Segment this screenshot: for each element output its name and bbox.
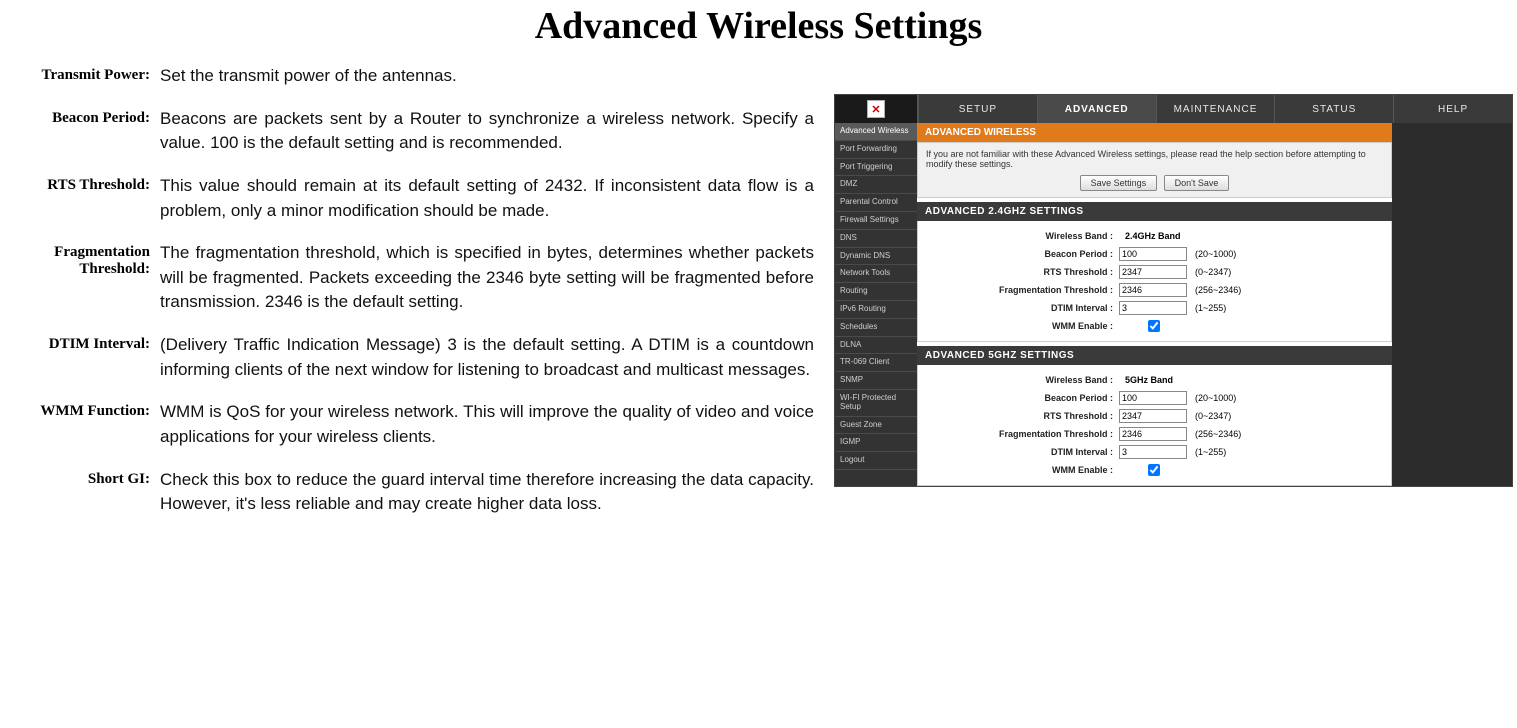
label-5-dtim: DTIM Interval : [918, 447, 1119, 457]
section-header-advanced-wireless: ADVANCED WIRELESS [917, 123, 1392, 142]
label-24-rts: RTS Threshold : [918, 267, 1119, 277]
label-24-beacon: Beacon Period : [918, 249, 1119, 259]
notice-message: If you are not familiar with these Advan… [926, 149, 1366, 169]
sidebar-item-dmz[interactable]: DMZ [835, 176, 917, 194]
sidebar-item-schedules[interactable]: Schedules [835, 319, 917, 337]
sidebar-item-ipv6-routing[interactable]: IPv6 Routing [835, 301, 917, 319]
sidebar-item-parental-control[interactable]: Parental Control [835, 194, 917, 212]
desc-rts-threshold: This value should remain at its default … [160, 174, 824, 223]
dont-save-button[interactable]: Don't Save [1164, 175, 1230, 191]
sidebar-item-igmp[interactable]: IGMP [835, 434, 917, 452]
tab-maintenance[interactable]: MAINTENANCE [1156, 95, 1275, 123]
desc-dtim-interval: (Delivery Traffic Indication Message) 3 … [160, 333, 824, 382]
content-area: ADVANCED WIRELESS If you are not familia… [917, 123, 1392, 486]
sidebar-item-dns[interactable]: DNS [835, 230, 917, 248]
sidebar-item-guest-zone[interactable]: Guest Zone [835, 417, 917, 435]
label-5-wmm: WMM Enable : [918, 465, 1119, 475]
desc-short-gi: Check this box to reduce the guard inter… [160, 468, 824, 517]
input-24-rts[interactable] [1119, 265, 1187, 279]
definitions-column: Transmit Power: Set the transmit power o… [0, 64, 824, 517]
label-24-band: Wireless Band : [918, 231, 1119, 241]
tab-help[interactable]: HELP [1393, 95, 1512, 123]
label-24-wmm: WMM Enable : [918, 321, 1119, 331]
desc-transmit-power: Set the transmit power of the antennas. [160, 64, 824, 89]
help-column [1392, 123, 1512, 486]
section-header-24ghz: ADVANCED 2.4GHZ SETTINGS [917, 202, 1392, 221]
tab-advanced[interactable]: ADVANCED [1037, 95, 1156, 123]
sidebar-item-logout[interactable]: Logout [835, 452, 917, 470]
value-24-band: 2.4GHz Band [1119, 231, 1181, 241]
sidebar-item-snmp[interactable]: SNMP [835, 372, 917, 390]
router-admin-screenshot: ✕ SETUP ADVANCED MAINTENANCE STATUS HELP… [834, 94, 1513, 487]
hint-5-beacon: (20~1000) [1189, 393, 1236, 403]
checkbox-24-wmm[interactable] [1123, 320, 1185, 332]
sidebar-item-routing[interactable]: Routing [835, 283, 917, 301]
label-5-frag: Fragmentation Threshold : [918, 429, 1119, 439]
sidebar-item-wifi-protected-setup[interactable]: WI-FI Protected Setup [835, 390, 917, 417]
broken-image-icon: ✕ [867, 100, 885, 118]
desc-wmm-function: WMM is QoS for your wireless network. Th… [160, 400, 824, 449]
hint-24-beacon: (20~1000) [1189, 249, 1236, 259]
label-24-dtim: DTIM Interval : [918, 303, 1119, 313]
term-wmm-function: WMM Function: [0, 400, 150, 449]
term-transmit-power: Transmit Power: [0, 64, 150, 89]
tab-status[interactable]: STATUS [1274, 95, 1393, 123]
sidebar: Advanced Wireless Port Forwarding Port T… [835, 123, 917, 486]
hint-24-dtim: (1~255) [1189, 303, 1226, 313]
term-fragmentation-threshold: Fragmentation Threshold: [0, 241, 150, 315]
hint-24-rts: (0~2347) [1189, 267, 1231, 277]
desc-beacon-period: Beacons are packets sent by a Router to … [160, 107, 824, 156]
hint-5-dtim: (1~255) [1189, 447, 1226, 457]
sidebar-item-dynamic-dns[interactable]: Dynamic DNS [835, 248, 917, 266]
section-header-5ghz: ADVANCED 5GHZ SETTINGS [917, 346, 1392, 365]
notice-text: If you are not familiar with these Advan… [917, 142, 1392, 198]
desc-fragmentation-threshold: The fragmentation threshold, which is sp… [160, 241, 824, 315]
label-5-beacon: Beacon Period : [918, 393, 1119, 403]
input-5-frag[interactable] [1119, 427, 1187, 441]
sidebar-item-advanced-wireless[interactable]: Advanced Wireless [835, 123, 917, 141]
sidebar-item-port-forwarding[interactable]: Port Forwarding [835, 141, 917, 159]
label-24-frag: Fragmentation Threshold : [918, 285, 1119, 295]
input-5-beacon[interactable] [1119, 391, 1187, 405]
checkbox-5-wmm[interactable] [1123, 464, 1185, 476]
sidebar-item-tr069-client[interactable]: TR-069 Client [835, 354, 917, 372]
sidebar-item-port-triggering[interactable]: Port Triggering [835, 159, 917, 177]
input-24-frag[interactable] [1119, 283, 1187, 297]
tab-setup[interactable]: SETUP [918, 95, 1037, 123]
page-title: Advanced Wireless Settings [0, 4, 1517, 48]
input-5-rts[interactable] [1119, 409, 1187, 423]
sidebar-item-network-tools[interactable]: Network Tools [835, 265, 917, 283]
sidebar-item-firewall-settings[interactable]: Firewall Settings [835, 212, 917, 230]
term-dtim-interval: DTIM Interval: [0, 333, 150, 382]
label-5-rts: RTS Threshold : [918, 411, 1119, 421]
term-short-gi: Short GI: [0, 468, 150, 517]
save-settings-button[interactable]: Save Settings [1080, 175, 1158, 191]
term-beacon-period: Beacon Period: [0, 107, 150, 156]
input-24-dtim[interactable] [1119, 301, 1187, 315]
input-24-beacon[interactable] [1119, 247, 1187, 261]
sidebar-item-dlna[interactable]: DLNA [835, 337, 917, 355]
logo-cell: ✕ [835, 95, 918, 123]
hint-5-frag: (256~2346) [1189, 429, 1241, 439]
label-5-band: Wireless Band : [918, 375, 1119, 385]
hint-24-frag: (256~2346) [1189, 285, 1241, 295]
term-rts-threshold: RTS Threshold: [0, 174, 150, 223]
value-5-band: 5GHz Band [1119, 375, 1173, 385]
input-5-dtim[interactable] [1119, 445, 1187, 459]
hint-5-rts: (0~2347) [1189, 411, 1231, 421]
